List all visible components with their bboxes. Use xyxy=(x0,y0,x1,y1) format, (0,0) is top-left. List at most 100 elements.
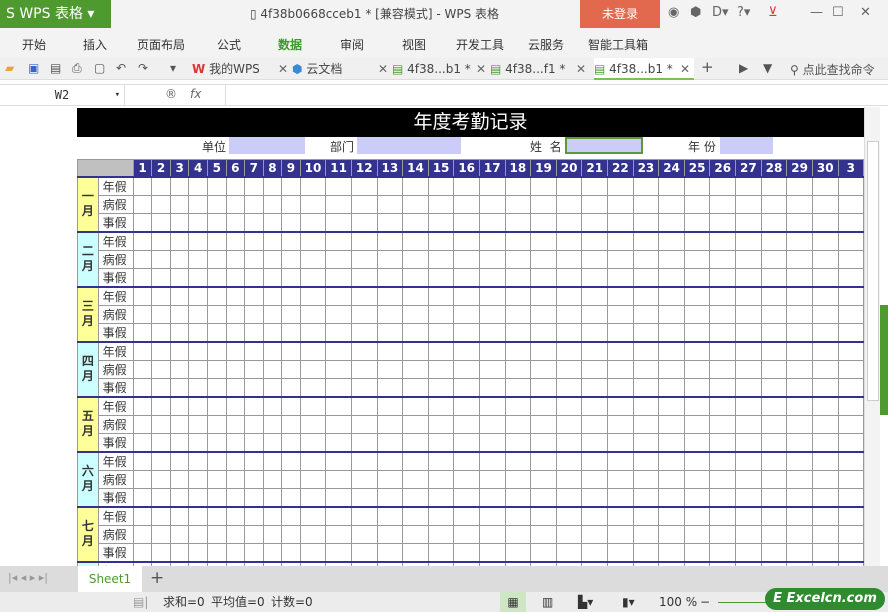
attendance-cell[interactable] xyxy=(786,304,813,324)
leave-type[interactable]: 事假 xyxy=(97,267,134,287)
attendance-cell[interactable] xyxy=(658,194,685,214)
attendance-cell[interactable] xyxy=(607,506,634,526)
attendance-cell[interactable] xyxy=(683,377,711,397)
attendance-cell[interactable] xyxy=(427,341,455,361)
attendance-cell[interactable] xyxy=(325,432,352,452)
attendance-cell[interactable] xyxy=(555,469,583,489)
attendance-cell[interactable] xyxy=(376,286,404,306)
attendance-cell[interactable] xyxy=(453,359,480,379)
attendance-cell[interactable] xyxy=(658,249,685,269)
attendance-cell[interactable] xyxy=(683,469,711,489)
attendance-cell[interactable] xyxy=(709,469,737,489)
menu-tab-8[interactable]: 云服务 xyxy=(528,36,564,53)
attendance-cell[interactable] xyxy=(786,341,813,361)
attendance-cell[interactable] xyxy=(735,176,762,196)
attendance-cell[interactable] xyxy=(427,432,455,452)
attendance-cell[interactable] xyxy=(244,524,264,544)
attendance-cell[interactable] xyxy=(402,487,429,507)
attendance-cell[interactable] xyxy=(132,267,153,287)
attendance-cell[interactable] xyxy=(581,231,609,251)
day-header[interactable]: 25 xyxy=(683,159,711,177)
attendance-cell[interactable] xyxy=(206,231,227,251)
attendance-cell[interactable] xyxy=(786,231,813,251)
attendance-cell[interactable] xyxy=(281,194,301,214)
attendance-cell[interactable] xyxy=(151,432,171,452)
attendance-cell[interactable] xyxy=(786,176,813,196)
attendance-cell[interactable] xyxy=(530,451,557,471)
attendance-cell[interactable] xyxy=(402,249,429,269)
menu-tab-9[interactable]: 智能工具箱 xyxy=(588,36,648,53)
attendance-cell[interactable] xyxy=(299,304,327,324)
new-tab-button[interactable]: + xyxy=(701,58,714,76)
chevron-down-icon[interactable]: ▾ xyxy=(115,85,120,105)
day-header[interactable]: 30 xyxy=(811,159,839,177)
attendance-cell[interactable] xyxy=(453,231,480,251)
attendance-cell[interactable] xyxy=(350,542,378,562)
attendance-cell[interactable] xyxy=(786,451,813,471)
attendance-cell[interactable] xyxy=(478,249,506,269)
attendance-cell[interactable] xyxy=(478,506,506,526)
attendance-cell[interactable] xyxy=(350,524,378,544)
attendance-cell[interactable] xyxy=(837,267,864,287)
attendance-cell[interactable] xyxy=(169,176,190,196)
attendance-cell[interactable] xyxy=(530,359,557,379)
attendance-cell[interactable] xyxy=(188,231,208,251)
attendance-cell[interactable] xyxy=(206,524,227,544)
attendance-cell[interactable] xyxy=(325,524,352,544)
attendance-cell[interactable] xyxy=(683,194,711,214)
normal-view-icon[interactable]: ▦ xyxy=(500,592,526,612)
attendance-cell[interactable] xyxy=(555,212,583,232)
attendance-cell[interactable] xyxy=(453,194,480,214)
app-menu-button[interactable]: S WPS 表格 ▾ xyxy=(0,0,111,28)
attendance-cell[interactable] xyxy=(169,359,190,379)
attendance-cell[interactable] xyxy=(350,212,378,232)
skin-icon[interactable]: ◉ xyxy=(668,5,679,20)
attendance-cell[interactable] xyxy=(632,432,660,452)
attendance-cell[interactable] xyxy=(760,267,788,287)
undo-icon[interactable]: ↶ xyxy=(116,61,126,75)
attendance-cell[interactable] xyxy=(188,506,208,526)
attendance-cell[interactable] xyxy=(811,194,839,214)
attendance-cell[interactable] xyxy=(244,231,264,251)
attendance-cell[interactable] xyxy=(786,487,813,507)
attendance-cell[interactable] xyxy=(735,451,762,471)
attendance-cell[interactable] xyxy=(281,487,301,507)
attendance-cell[interactable] xyxy=(350,451,378,471)
attendance-cell[interactable] xyxy=(402,469,429,489)
screen-icon[interactable]: ▶ xyxy=(739,61,748,75)
attendance-cell[interactable] xyxy=(350,506,378,526)
day-header[interactable]: 5 xyxy=(206,159,227,177)
attendance-cell[interactable] xyxy=(402,231,429,251)
month-label[interactable]: 二月 xyxy=(77,231,99,287)
feedback-icon[interactable]: D▾ xyxy=(712,5,729,20)
attendance-cell[interactable] xyxy=(350,469,378,489)
attendance-cell[interactable] xyxy=(151,506,171,526)
attendance-cell[interactable] xyxy=(281,322,301,342)
attendance-cell[interactable] xyxy=(169,524,190,544)
menu-tab-3[interactable]: 公式 xyxy=(217,36,241,53)
attendance-cell[interactable] xyxy=(206,542,227,562)
attendance-cell[interactable] xyxy=(607,432,634,452)
attendance-cell[interactable] xyxy=(555,432,583,452)
attendance-cell[interactable] xyxy=(169,542,190,562)
attendance-cell[interactable] xyxy=(376,322,404,342)
attendance-cell[interactable] xyxy=(169,506,190,526)
attendance-cell[interactable] xyxy=(225,359,246,379)
attendance-cell[interactable] xyxy=(837,506,864,526)
attendance-cell[interactable] xyxy=(402,304,429,324)
attendance-cell[interactable] xyxy=(478,377,506,397)
day-header[interactable]: 13 xyxy=(376,159,404,177)
attendance-cell[interactable] xyxy=(244,304,264,324)
attendance-cell[interactable] xyxy=(837,451,864,471)
attendance-cell[interactable] xyxy=(453,286,480,306)
attendance-cell[interactable] xyxy=(632,414,660,434)
attendance-cell[interactable] xyxy=(658,231,685,251)
attendance-cell[interactable] xyxy=(376,267,404,287)
attendance-cell[interactable] xyxy=(504,377,532,397)
attendance-cell[interactable] xyxy=(607,212,634,232)
attendance-cell[interactable] xyxy=(376,304,404,324)
day-header[interactable]: 17 xyxy=(478,159,506,177)
close-button[interactable]: ✕ xyxy=(860,5,871,20)
attendance-cell[interactable] xyxy=(132,432,153,452)
attendance-cell[interactable] xyxy=(632,322,660,342)
